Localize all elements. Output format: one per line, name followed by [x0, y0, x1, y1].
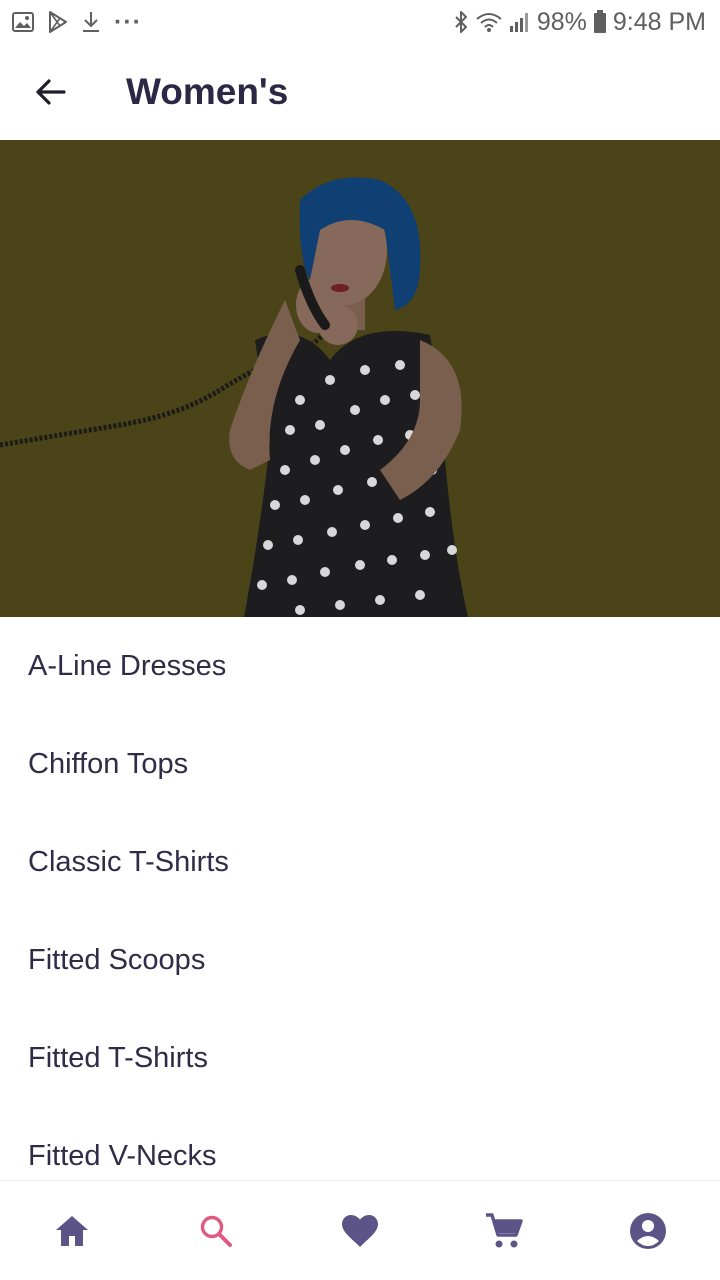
app-bar: Women's — [0, 44, 720, 140]
search-icon — [200, 1215, 232, 1247]
wifi-icon — [475, 11, 503, 33]
bottom-nav — [0, 1180, 720, 1280]
battery-icon — [593, 10, 607, 34]
heart-icon — [342, 1214, 378, 1247]
nav-account[interactable] — [576, 1181, 720, 1280]
cart-icon — [486, 1212, 523, 1247]
bluetooth-icon — [453, 10, 469, 34]
category-list: A-Line Dresses Chiffon Tops Classic T-Sh… — [0, 617, 720, 1205]
download-icon — [82, 11, 100, 33]
back-button[interactable] — [20, 62, 80, 122]
category-item-chiffon-tops[interactable]: Chiffon Tops — [0, 715, 720, 813]
category-item-fitted-t-shirts[interactable]: Fitted T-Shirts — [0, 1009, 720, 1107]
nav-search[interactable] — [144, 1181, 288, 1280]
clock: 9:48 PM — [612, 7, 706, 36]
page-title: Women's — [126, 71, 289, 112]
hero-image — [0, 140, 720, 617]
account-icon — [630, 1212, 666, 1249]
arrow-back-icon — [36, 79, 66, 105]
nav-favorites[interactable] — [288, 1181, 432, 1280]
battery-percent: 98% — [536, 7, 587, 36]
nav-cart[interactable] — [432, 1181, 576, 1280]
signal-icon — [509, 11, 531, 33]
status-left: ··· — [12, 8, 156, 37]
home-icon — [56, 1215, 88, 1246]
status-right: 98% 9:48 PM — [447, 8, 706, 37]
more-notifications: ··· — [114, 7, 142, 36]
play-store-icon — [48, 11, 68, 33]
gallery-icon — [12, 12, 34, 32]
category-item-fitted-scoops[interactable]: Fitted Scoops — [0, 911, 720, 1009]
status-bar: ··· 98% 9:48 PM — [0, 0, 720, 44]
screen: ··· 98% 9:48 PM Women's A-Line Dresses C… — [0, 0, 720, 1280]
category-item-classic-t-shirts[interactable]: Classic T-Shirts — [0, 813, 720, 911]
category-item-a-line-dresses[interactable]: A-Line Dresses — [0, 617, 720, 715]
nav-home[interactable] — [0, 1181, 144, 1280]
